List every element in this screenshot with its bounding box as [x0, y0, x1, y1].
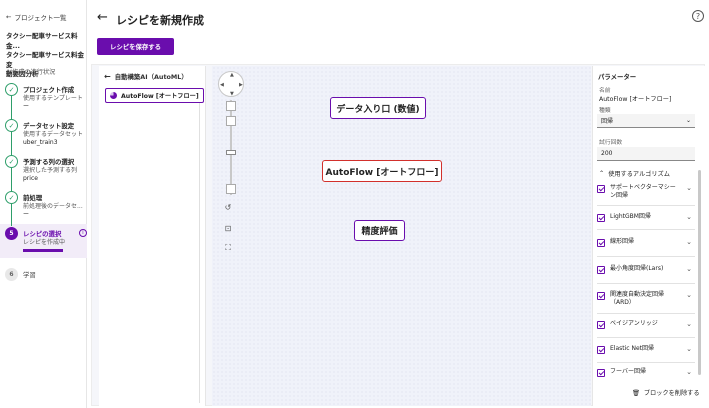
- checkbox-checked[interactable]: [597, 266, 605, 274]
- zoom-step[interactable]: [226, 116, 236, 126]
- chevron-down-icon[interactable]: ⌄: [686, 238, 692, 246]
- algorithm-section-toggle[interactable]: ⌃ 使用するアルゴリズム: [599, 169, 670, 178]
- algorithm-item[interactable]: ベイジアンリッジ ⌄: [597, 320, 695, 329]
- divider: [597, 283, 695, 284]
- node-accuracy-eval[interactable]: 精度評価: [354, 220, 405, 241]
- algorithm-item[interactable]: 線形回帰 ⌄: [597, 238, 695, 247]
- algorithm-item[interactable]: 最小角度回帰(Lars) ⌄: [597, 265, 695, 274]
- trials-label: 試行回数: [599, 140, 623, 146]
- save-recipe-button[interactable]: レシピを保存する: [97, 38, 174, 55]
- delete-block-button[interactable]: 🗑 ブロックを削除する: [632, 388, 700, 398]
- arrow-left-icon: ←: [6, 13, 12, 21]
- info-icon[interactable]: i: [79, 229, 87, 237]
- trials-input[interactable]: 200: [597, 147, 695, 161]
- arrow-up-icon[interactable]: ▲: [230, 72, 234, 78]
- divider: [597, 205, 695, 206]
- step-number: 6: [5, 268, 18, 281]
- step-progress-bar: [23, 249, 63, 252]
- divider: [597, 337, 695, 338]
- arrow-left-icon[interactable]: ←: [97, 10, 108, 25]
- pan-control[interactable]: ▲ ▼ ◀ ▶: [218, 71, 244, 97]
- frame-icon[interactable]: ⛶: [222, 242, 234, 254]
- arrow-left-icon[interactable]: ◀: [220, 82, 224, 88]
- back-to-projects-link[interactable]: ← プロジェクト一覧: [6, 12, 66, 22]
- type-label: 種類: [599, 108, 611, 114]
- parameter-title: パラメーター: [598, 73, 637, 81]
- divider: [597, 229, 695, 230]
- check-icon: ✓: [5, 119, 18, 132]
- autoflow-icon: [110, 92, 117, 99]
- chevron-down-icon[interactable]: ⌄: [686, 320, 692, 328]
- scrollbar[interactable]: [698, 170, 701, 375]
- chevron-down-icon[interactable]: ⌄: [686, 265, 692, 273]
- algorithm-item[interactable]: 関連度自動決定回帰（ARD） ⌄: [597, 291, 695, 307]
- step-connector: [11, 96, 12, 120]
- divider: [597, 313, 695, 314]
- chevron-down-icon[interactable]: ⌄: [686, 213, 692, 221]
- node-data-input[interactable]: データ入り口 (数値): [330, 97, 426, 119]
- chevron-down-icon: ⌄: [685, 117, 691, 124]
- chevron-down-icon[interactable]: ⌄: [686, 184, 692, 192]
- check-icon: ✓: [5, 191, 18, 204]
- divider: [597, 256, 695, 257]
- checkbox-checked[interactable]: [597, 239, 605, 247]
- divider: [199, 103, 200, 403]
- checkbox-checked[interactable]: [597, 292, 605, 300]
- divider: [597, 362, 695, 363]
- checkbox-checked[interactable]: [597, 346, 605, 354]
- arrow-down-icon[interactable]: ▼: [230, 91, 234, 97]
- chevron-up-icon: ⌃: [599, 170, 605, 177]
- type-select[interactable]: 回帰 ⌄: [597, 114, 695, 128]
- arrow-right-icon[interactable]: ▶: [239, 82, 243, 88]
- back-label: プロジェクト一覧: [14, 14, 67, 22]
- name-value: AutoFlow [オートフロー]: [599, 96, 672, 103]
- algorithm-item[interactable]: サポートベクターマシーン回帰 ⌄: [597, 184, 695, 200]
- step-connector: [11, 168, 12, 192]
- algorithm-item[interactable]: フーバー回帰 ⌄: [597, 368, 695, 377]
- reset-icon[interactable]: ↺: [222, 201, 234, 213]
- zoom-in-icon[interactable]: [226, 101, 236, 111]
- node-autoflow[interactable]: AutoFlow [オートフロー]: [322, 160, 442, 182]
- algorithm-item[interactable]: LightGBM回帰 ⌄: [597, 213, 695, 222]
- flow-title: AI作成の進行状況: [6, 69, 56, 76]
- chevron-down-icon[interactable]: ⌄: [686, 291, 692, 299]
- name-label: 名前: [599, 88, 611, 94]
- checkbox-checked[interactable]: [597, 321, 605, 329]
- algorithm-item[interactable]: Elastic Net回帰 ⌄: [597, 345, 695, 354]
- chevron-down-icon[interactable]: ⌄: [686, 368, 692, 376]
- page-title: レシピを新規作成: [116, 14, 204, 27]
- block-item-autoflow[interactable]: AutoFlow [オートフロー]: [105, 88, 204, 103]
- step-connector: [11, 132, 12, 156]
- checkbox-checked[interactable]: [597, 369, 605, 377]
- block-list: [99, 66, 206, 406]
- zoom-slider-track[interactable]: [230, 100, 232, 195]
- block-list-header[interactable]: ← 自動構築AI（AutoML）: [104, 72, 188, 81]
- check-icon: ✓: [5, 83, 18, 96]
- checkbox-checked[interactable]: [597, 185, 605, 193]
- chevron-down-icon[interactable]: ⌄: [686, 345, 692, 353]
- help-icon[interactable]: ?: [692, 10, 704, 22]
- arrow-left-icon[interactable]: ←: [104, 72, 111, 81]
- fit-view-icon[interactable]: ⊡: [222, 222, 234, 234]
- zoom-out-icon[interactable]: [226, 184, 236, 194]
- step-number: 5: [5, 227, 18, 240]
- check-icon: ✓: [5, 155, 18, 168]
- trash-icon: 🗑: [632, 389, 640, 397]
- zoom-slider-thumb[interactable]: [226, 150, 236, 155]
- checkbox-checked[interactable]: [597, 214, 605, 222]
- step-connector: [11, 204, 12, 226]
